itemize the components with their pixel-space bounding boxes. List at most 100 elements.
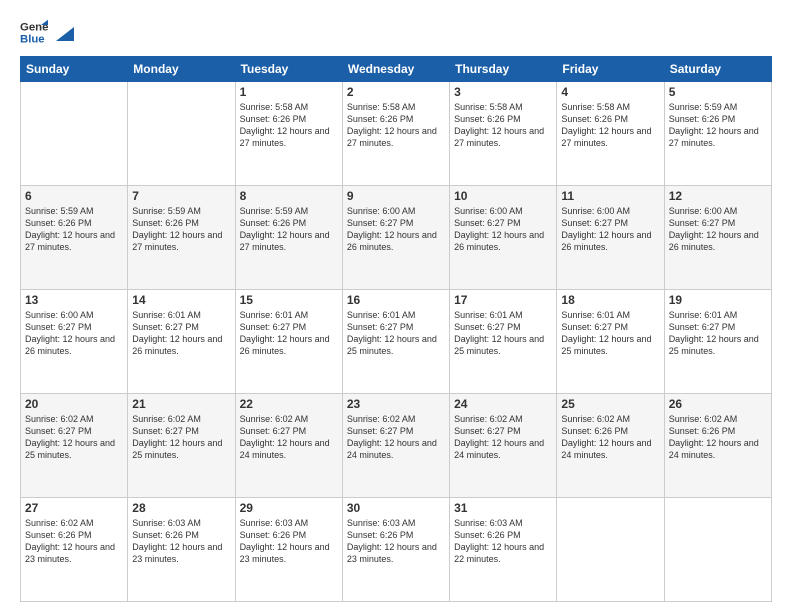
calendar-cell: 30 Sunrise: 6:03 AM Sunset: 6:26 PM Dayli… — [342, 498, 449, 602]
day-number: 3 — [454, 85, 552, 99]
calendar-cell: 11Sunrise: 6:00 AM Sunset: 6:27 PM Dayli… — [557, 186, 664, 290]
day-number: 19 — [669, 293, 767, 307]
day-info: Sunrise: 6:03 AM Sunset: 6:26 PM Dayligh… — [347, 517, 445, 566]
day-number: 13 — [25, 293, 123, 307]
calendar-cell: 20Sunrise: 6:02 AM Sunset: 6:27 PM Dayli… — [21, 394, 128, 498]
calendar-cell: 16 Sunrise: 6:01 AM Sunset: 6:27 PM Dayli… — [342, 290, 449, 394]
calendar-week-row: 1Sunrise: 5:58 AM Sunset: 6:26 PM Daylig… — [21, 82, 772, 186]
day-info: Sunrise: 6:00 AM Sunset: 6:27 PM Dayligh… — [25, 309, 123, 358]
day-info: Sunrise: 6:01 AM Sunset: 6:27 PM Dayligh… — [347, 309, 445, 358]
day-number: 9 — [347, 189, 445, 203]
day-info: Sunrise: 6:02 AM Sunset: 6:26 PM Dayligh… — [25, 517, 123, 566]
calendar-cell: 31 Sunrise: 6:03 AM Sunset: 6:26 PM Dayli… — [450, 498, 557, 602]
day-number: 30 — [347, 501, 445, 515]
calendar-cell: 13 Sunrise: 6:00 AM Sunset: 6:27 PM Dayli… — [21, 290, 128, 394]
day-info: Sunrise: 6:01 AM Sunset: 6:27 PM Dayligh… — [669, 309, 767, 358]
day-number: 26 — [669, 397, 767, 411]
calendar-cell: 21 Sunrise: 6:02 AM Sunset: 6:27 PM Dayli… — [128, 394, 235, 498]
day-number: 23 — [347, 397, 445, 411]
calendar-cell: 9 Sunrise: 6:00 AM Sunset: 6:27 PM Daylig… — [342, 186, 449, 290]
day-info: Sunrise: 6:02 AM Sunset: 6:27 PM Dayligh… — [347, 413, 445, 462]
day-number: 29 — [240, 501, 338, 515]
logo-triangle-icon — [56, 27, 74, 41]
calendar-cell — [557, 498, 664, 602]
col-header-thursday: Thursday — [450, 57, 557, 82]
calendar-cell: 6 Sunrise: 5:59 AM Sunset: 6:26 PM Daylig… — [21, 186, 128, 290]
calendar-cell: 15Sunrise: 6:01 AM Sunset: 6:27 PM Dayli… — [235, 290, 342, 394]
calendar-week-row: 6 Sunrise: 5:59 AM Sunset: 6:26 PM Daylig… — [21, 186, 772, 290]
calendar-header-row: SundayMondayTuesdayWednesdayThursdayFrid… — [21, 57, 772, 82]
day-number: 18 — [561, 293, 659, 307]
day-number: 12 — [669, 189, 767, 203]
calendar-cell: 17Sunrise: 6:01 AM Sunset: 6:27 PM Dayli… — [450, 290, 557, 394]
day-number: 20 — [25, 397, 123, 411]
day-info: Sunrise: 5:59 AM Sunset: 6:26 PM Dayligh… — [669, 101, 767, 150]
day-number: 4 — [561, 85, 659, 99]
day-info: Sunrise: 5:59 AM Sunset: 6:26 PM Dayligh… — [240, 205, 338, 254]
day-number: 10 — [454, 189, 552, 203]
day-number: 7 — [132, 189, 230, 203]
calendar-cell — [664, 498, 771, 602]
day-info: Sunrise: 5:58 AM Sunset: 6:26 PM Dayligh… — [561, 101, 659, 150]
day-number: 14 — [132, 293, 230, 307]
day-number: 2 — [347, 85, 445, 99]
calendar-table: SundayMondayTuesdayWednesdayThursdayFrid… — [20, 56, 772, 602]
calendar-cell: 5 Sunrise: 5:59 AM Sunset: 6:26 PM Daylig… — [664, 82, 771, 186]
day-info: Sunrise: 6:01 AM Sunset: 6:27 PM Dayligh… — [561, 309, 659, 358]
day-info: Sunrise: 5:58 AM Sunset: 6:26 PM Dayligh… — [454, 101, 552, 150]
day-info: Sunrise: 6:03 AM Sunset: 6:26 PM Dayligh… — [454, 517, 552, 566]
day-number: 11 — [561, 189, 659, 203]
logo-icon: General Blue — [20, 18, 48, 46]
calendar-cell: 19 Sunrise: 6:01 AM Sunset: 6:27 PM Dayli… — [664, 290, 771, 394]
day-number: 6 — [25, 189, 123, 203]
day-number: 21 — [132, 397, 230, 411]
calendar-cell: 24Sunrise: 6:02 AM Sunset: 6:27 PM Dayli… — [450, 394, 557, 498]
day-info: Sunrise: 6:01 AM Sunset: 6:27 PM Dayligh… — [132, 309, 230, 358]
calendar-cell: 14 Sunrise: 6:01 AM Sunset: 6:27 PM Dayli… — [128, 290, 235, 394]
day-info: Sunrise: 6:02 AM Sunset: 6:27 PM Dayligh… — [454, 413, 552, 462]
day-info: Sunrise: 6:03 AM Sunset: 6:26 PM Dayligh… — [132, 517, 230, 566]
day-number: 8 — [240, 189, 338, 203]
day-info: Sunrise: 6:00 AM Sunset: 6:27 PM Dayligh… — [669, 205, 767, 254]
day-info: Sunrise: 5:59 AM Sunset: 6:26 PM Dayligh… — [25, 205, 123, 254]
day-info: Sunrise: 6:01 AM Sunset: 6:27 PM Dayligh… — [240, 309, 338, 358]
calendar-cell: 2Sunrise: 5:58 AM Sunset: 6:26 PM Daylig… — [342, 82, 449, 186]
calendar-cell: 27 Sunrise: 6:02 AM Sunset: 6:26 PM Dayli… — [21, 498, 128, 602]
calendar-cell: 7 Sunrise: 5:59 AM Sunset: 6:26 PM Daylig… — [128, 186, 235, 290]
calendar-cell — [21, 82, 128, 186]
calendar-week-row: 13 Sunrise: 6:00 AM Sunset: 6:27 PM Dayli… — [21, 290, 772, 394]
day-number: 22 — [240, 397, 338, 411]
day-info: Sunrise: 6:03 AM Sunset: 6:26 PM Dayligh… — [240, 517, 338, 566]
day-number: 31 — [454, 501, 552, 515]
day-info: Sunrise: 6:00 AM Sunset: 6:27 PM Dayligh… — [347, 205, 445, 254]
day-info: Sunrise: 6:02 AM Sunset: 6:27 PM Dayligh… — [132, 413, 230, 462]
calendar-cell: 25Sunrise: 6:02 AM Sunset: 6:26 PM Dayli… — [557, 394, 664, 498]
col-header-friday: Friday — [557, 57, 664, 82]
calendar-cell: 4 Sunrise: 5:58 AM Sunset: 6:26 PM Daylig… — [557, 82, 664, 186]
logo: General Blue — [20, 18, 74, 46]
calendar-cell: 8 Sunrise: 5:59 AM Sunset: 6:26 PM Daylig… — [235, 186, 342, 290]
day-number: 25 — [561, 397, 659, 411]
day-number: 5 — [669, 85, 767, 99]
day-info: Sunrise: 5:58 AM Sunset: 6:26 PM Dayligh… — [240, 101, 338, 150]
col-header-monday: Monday — [128, 57, 235, 82]
calendar-cell: 26Sunrise: 6:02 AM Sunset: 6:26 PM Dayli… — [664, 394, 771, 498]
col-header-tuesday: Tuesday — [235, 57, 342, 82]
col-header-wednesday: Wednesday — [342, 57, 449, 82]
header: General Blue — [20, 18, 772, 46]
day-info: Sunrise: 6:02 AM Sunset: 6:27 PM Dayligh… — [240, 413, 338, 462]
calendar-cell: 3 Sunrise: 5:58 AM Sunset: 6:26 PM Daylig… — [450, 82, 557, 186]
svg-text:Blue: Blue — [20, 34, 45, 46]
calendar-cell: 22 Sunrise: 6:02 AM Sunset: 6:27 PM Dayli… — [235, 394, 342, 498]
calendar-cell: 12 Sunrise: 6:00 AM Sunset: 6:27 PM Dayli… — [664, 186, 771, 290]
day-number: 28 — [132, 501, 230, 515]
calendar-cell: 18 Sunrise: 6:01 AM Sunset: 6:27 PM Dayli… — [557, 290, 664, 394]
calendar-cell: 28 Sunrise: 6:03 AM Sunset: 6:26 PM Dayli… — [128, 498, 235, 602]
day-number: 16 — [347, 293, 445, 307]
calendar-cell — [128, 82, 235, 186]
day-info: Sunrise: 5:59 AM Sunset: 6:26 PM Dayligh… — [132, 205, 230, 254]
day-number: 27 — [25, 501, 123, 515]
day-info: Sunrise: 6:00 AM Sunset: 6:27 PM Dayligh… — [454, 205, 552, 254]
calendar-cell: 1Sunrise: 5:58 AM Sunset: 6:26 PM Daylig… — [235, 82, 342, 186]
page: General Blue SundayMondayTuesdayWed — [0, 0, 792, 612]
